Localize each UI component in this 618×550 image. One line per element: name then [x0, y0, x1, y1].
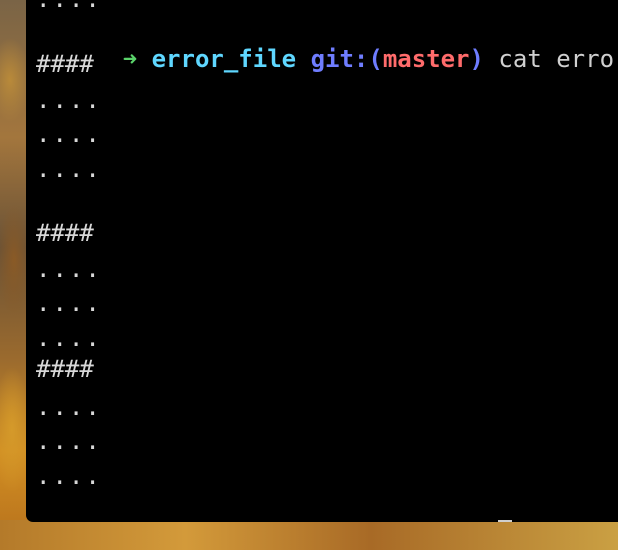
output-line: ####	[36, 355, 94, 383]
output-line: ....	[36, 120, 102, 148]
command-prompt-line: ➜ error_file git:(master) cat error_21	[36, 14, 618, 73]
output-line: ....	[36, 324, 102, 352]
terminal-window[interactable]: .... ➜ error_file git:(master) cat error…	[26, 0, 618, 522]
git-branch: master	[382, 45, 470, 73]
output-line: ....	[36, 427, 102, 455]
output-line: ####	[36, 219, 94, 247]
prompt-arrow-icon: ➜	[123, 521, 137, 522]
git-paren-open: (	[368, 45, 383, 73]
output-line: ####	[36, 50, 94, 78]
git-paren-open: (	[368, 521, 382, 522]
git-label: git:	[310, 45, 369, 73]
desktop-wallpaper-bottom	[0, 520, 618, 550]
git-branch: master	[383, 521, 470, 522]
screen: .... ➜ error_file git:(master) cat error…	[0, 0, 618, 550]
active-prompt-line[interactable]: ➜ error_file git:(master)	[36, 490, 513, 522]
current-directory: error_file	[152, 521, 297, 522]
output-line: ....	[36, 86, 102, 114]
git-paren-close: )	[469, 45, 484, 73]
command-text: cat error_21	[498, 45, 618, 73]
prompt-arrow-icon: ➜	[122, 45, 138, 73]
output-line: ....	[36, 155, 102, 183]
output-line: ....	[36, 393, 102, 421]
output-line: ....	[36, 462, 102, 490]
output-line: ....	[36, 255, 102, 283]
current-directory: error_file	[151, 45, 297, 73]
output-line: ....	[36, 289, 102, 317]
text-cursor[interactable]	[498, 520, 513, 522]
git-label: git:	[311, 521, 369, 522]
git-paren-close: )	[470, 521, 484, 522]
desktop-wallpaper	[0, 0, 26, 550]
output-line: ....	[36, 0, 102, 14]
